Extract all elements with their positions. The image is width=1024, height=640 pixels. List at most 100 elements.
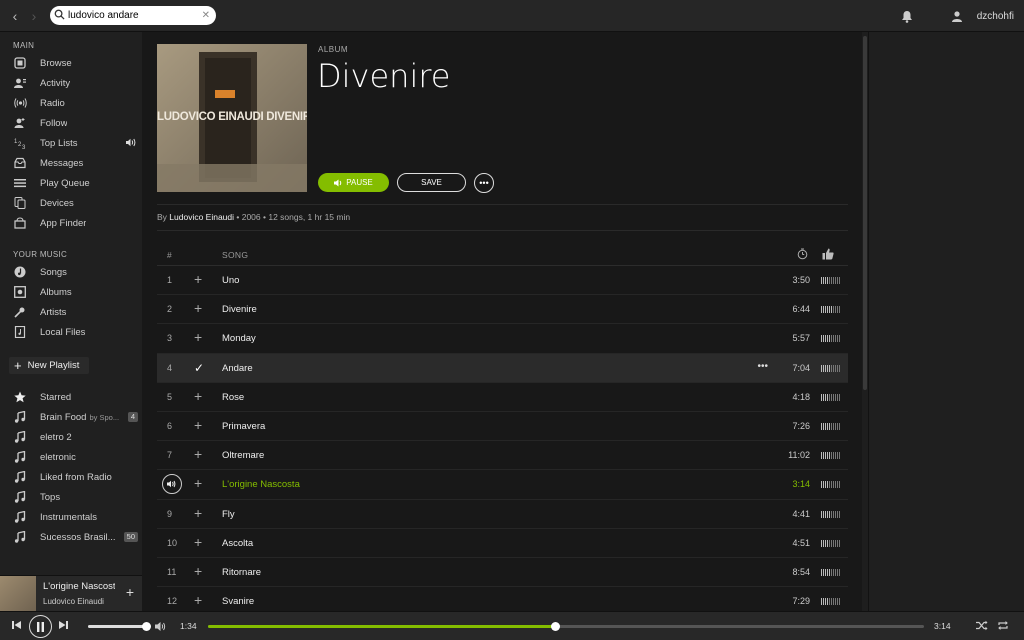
bell-icon[interactable] bbox=[901, 10, 913, 23]
more-options-button[interactable]: ••• bbox=[474, 173, 494, 193]
add-icon[interactable]: + bbox=[126, 584, 134, 600]
track-title[interactable]: Fly bbox=[222, 509, 235, 520]
add-track-icon[interactable]: + bbox=[194, 534, 202, 550]
sidebar-item-brain-food[interactable]: Brain Food by Spo... 4 bbox=[0, 407, 142, 427]
new-playlist-button[interactable]: + New Playlist bbox=[9, 357, 89, 374]
sidebar-item-label: Sucessos Brasil... bbox=[40, 531, 116, 543]
sidebar-item-starred[interactable]: Starred bbox=[0, 387, 142, 407]
popularity-bar-segment bbox=[837, 364, 838, 372]
track-row[interactable]: + L'origine Nascosta 3:14 bbox=[157, 470, 848, 500]
top-bar: ‹ › ludovico andare ✕ dzchohfi bbox=[0, 0, 1024, 32]
sidebar-item-eletro-2[interactable]: eletro 2 bbox=[0, 427, 142, 447]
popularity-meter bbox=[821, 306, 840, 314]
track-row[interactable]: 12 + Svanire 7:29 bbox=[157, 587, 848, 611]
now-playing-album-art[interactable] bbox=[0, 576, 36, 612]
track-title[interactable]: Ritornare bbox=[222, 567, 261, 578]
track-more-icon[interactable]: ••• bbox=[757, 361, 768, 372]
sidebar-item-radio[interactable]: Radio bbox=[0, 93, 142, 113]
album-byline: By Ludovico Einaudi • 2006 • 12 songs, 1… bbox=[157, 212, 350, 222]
track-title[interactable]: Uno bbox=[222, 275, 239, 286]
sidebar-item-albums[interactable]: Albums bbox=[0, 282, 142, 302]
pause-button[interactable]: PAUSE bbox=[318, 173, 389, 192]
sidebar-item-artists[interactable]: Artists bbox=[0, 302, 142, 322]
seek-bar[interactable] bbox=[208, 622, 924, 631]
sidebar-item-tops[interactable]: Tops bbox=[0, 487, 142, 507]
play-pause-button[interactable] bbox=[29, 615, 52, 638]
now-playing-title[interactable]: L'origine Nascosta bbox=[43, 581, 115, 592]
add-track-icon[interactable]: + bbox=[194, 475, 202, 491]
search-input[interactable]: ludovico andare ✕ bbox=[50, 6, 216, 25]
header-song[interactable]: SONG bbox=[222, 250, 248, 260]
sidebar-item-local-files[interactable]: Local Files bbox=[0, 322, 142, 342]
popularity-bar-segment bbox=[839, 539, 840, 547]
track-row[interactable]: 11 + Ritornare 8:54 bbox=[157, 558, 848, 588]
volume-icon[interactable] bbox=[155, 621, 167, 632]
track-row[interactable]: 6 + Primavera 7:26 bbox=[157, 412, 848, 442]
artist-link[interactable]: Ludovico Einaudi bbox=[169, 212, 234, 222]
sidebar-item-songs[interactable]: Songs bbox=[0, 262, 142, 282]
track-title[interactable]: Andare bbox=[222, 363, 253, 374]
forward-icon[interactable]: › bbox=[27, 8, 41, 24]
add-track-icon[interactable]: + bbox=[194, 563, 202, 579]
username[interactable]: dzchohfi bbox=[977, 11, 1014, 22]
track-title[interactable]: Rose bbox=[222, 392, 244, 403]
track-title[interactable]: L'origine Nascosta bbox=[222, 479, 300, 490]
add-track-icon[interactable]: + bbox=[194, 592, 202, 608]
add-track-icon[interactable]: + bbox=[194, 271, 202, 287]
now-playing-artist[interactable]: Ludovico Einaudi bbox=[43, 597, 104, 606]
track-title[interactable]: Svanire bbox=[222, 596, 254, 607]
user-icon[interactable] bbox=[951, 10, 963, 22]
sidebar-item-play-queue[interactable]: Play Queue bbox=[0, 173, 142, 193]
track-title[interactable]: Ascolta bbox=[222, 538, 253, 549]
duration-clock-icon[interactable] bbox=[797, 248, 808, 260]
track-row[interactable]: 1 + Uno 3:50 bbox=[157, 266, 848, 296]
saved-check-icon[interactable]: ✓ bbox=[194, 361, 204, 375]
volume-knob[interactable] bbox=[142, 622, 151, 631]
now-playing-speaker-icon[interactable] bbox=[162, 474, 182, 495]
add-track-icon[interactable]: + bbox=[194, 417, 202, 433]
next-track-icon[interactable] bbox=[58, 620, 68, 630]
track-row[interactable]: 2 + Divenire 6:44 bbox=[157, 295, 848, 325]
sidebar-item-devices[interactable]: Devices bbox=[0, 193, 142, 213]
clear-search-icon[interactable]: ✕ bbox=[202, 6, 210, 25]
track-row[interactable]: 9 + Fly 4:41 bbox=[157, 500, 848, 529]
track-row[interactable]: 7 + Oltremare 11:02 bbox=[157, 441, 848, 471]
sidebar-item-follow[interactable]: Follow bbox=[0, 113, 142, 133]
popularity-bar-segment bbox=[839, 568, 840, 576]
repeat-icon[interactable] bbox=[997, 620, 1009, 631]
track-row[interactable]: 3 + Monday 5:57 bbox=[157, 324, 848, 354]
popularity-thumb-icon[interactable] bbox=[822, 248, 834, 260]
previous-track-icon[interactable] bbox=[12, 620, 22, 630]
shuffle-icon[interactable] bbox=[976, 620, 988, 631]
seek-knob[interactable] bbox=[551, 622, 561, 631]
add-track-icon[interactable]: + bbox=[194, 300, 202, 316]
sidebar-item-messages[interactable]: Messages bbox=[0, 153, 142, 173]
sidebar-item-top-lists[interactable]: 1 2 3 Top Lists bbox=[0, 133, 142, 153]
sidebar-item-activity[interactable]: Activity bbox=[0, 73, 142, 93]
add-track-icon[interactable]: + bbox=[194, 329, 202, 345]
track-title[interactable]: Monday bbox=[222, 333, 256, 344]
back-icon[interactable]: ‹ bbox=[8, 8, 22, 24]
popularity-bar-segment bbox=[837, 306, 838, 314]
sidebar-item-browse[interactable]: Browse bbox=[0, 53, 142, 73]
volume-slider[interactable] bbox=[88, 622, 151, 631]
scrollbar-thumb[interactable] bbox=[863, 36, 867, 390]
track-row[interactable]: 5 + Rose 4:18 bbox=[157, 383, 848, 412]
add-track-icon[interactable]: + bbox=[194, 446, 202, 462]
sidebar-item-app-finder[interactable]: App Finder bbox=[0, 213, 142, 233]
popularity-bar-segment bbox=[831, 277, 832, 284]
track-row[interactable]: 4 ✓ Andare ••• 7:04 bbox=[157, 353, 848, 383]
sidebar-item-instrumentals[interactable]: Instrumentals bbox=[0, 507, 142, 527]
save-button[interactable]: SAVE bbox=[397, 173, 466, 192]
sidebar-item-liked-from-radio[interactable]: Liked from Radio bbox=[0, 467, 142, 487]
popularity-bar-segment bbox=[833, 364, 834, 372]
track-title[interactable]: Divenire bbox=[222, 304, 257, 315]
track-title[interactable]: Oltremare bbox=[222, 450, 264, 461]
sidebar-item-sucessos-brasil[interactable]: Sucessos Brasil... 50 bbox=[0, 527, 142, 547]
header-number[interactable]: # bbox=[167, 250, 172, 260]
sidebar-item-eletronic[interactable]: eletronic bbox=[0, 447, 142, 467]
add-track-icon[interactable]: + bbox=[194, 505, 202, 521]
add-track-icon[interactable]: + bbox=[194, 388, 202, 404]
track-title[interactable]: Primavera bbox=[222, 421, 265, 432]
track-row[interactable]: 10 + Ascolta 4:51 bbox=[157, 529, 848, 558]
